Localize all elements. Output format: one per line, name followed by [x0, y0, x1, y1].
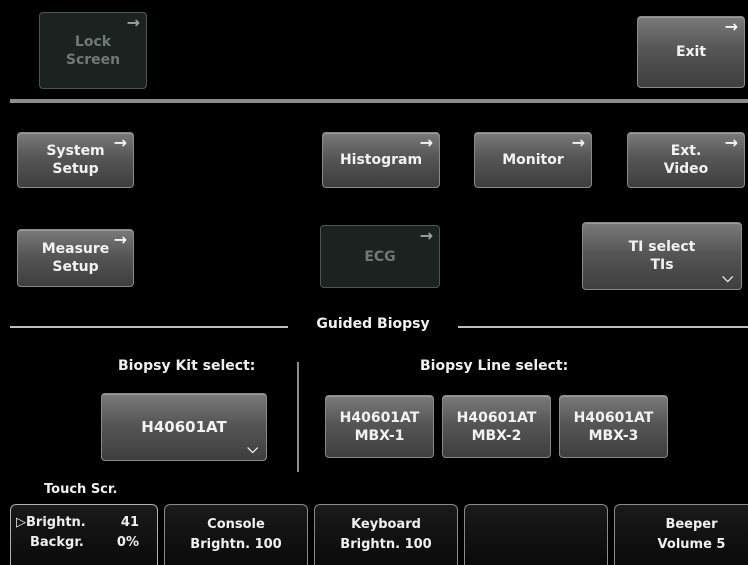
touch-background-value: 0%	[116, 535, 139, 550]
touch-background-label: Backgr.	[30, 535, 84, 550]
biopsy-divider-left	[10, 326, 288, 328]
arrow-right-icon: →	[113, 230, 127, 249]
touch-background-row: Backgr. 0%	[16, 533, 139, 553]
ext-video-label: Ext. Video	[663, 143, 709, 177]
ext-video-button[interactable]: Ext. Video →	[627, 132, 745, 188]
measure-setup-button[interactable]: Measure Setup →	[17, 229, 134, 287]
console-brightness-label: Console Brightn. 100	[190, 517, 282, 552]
biopsy-kit-label: Biopsy Kit select:	[118, 358, 256, 374]
chevron-down-icon: ⌵	[247, 441, 258, 457]
histogram-button[interactable]: Histogram →	[322, 132, 440, 188]
ti-select-button[interactable]: TI select TIs ⌵	[582, 222, 742, 290]
arrow-right-icon: →	[126, 13, 140, 32]
monitor-button[interactable]: Monitor →	[474, 132, 592, 188]
system-setup-button[interactable]: System Setup →	[17, 132, 134, 188]
measure-setup-label: Measure Setup	[41, 241, 110, 275]
touch-screen-control[interactable]: ▷Brightn. 41 Backgr. 0%	[10, 504, 158, 565]
biopsy-line-label: Biopsy Line select:	[420, 358, 569, 374]
biopsy-line-button-2[interactable]: H40601AT MBX-2	[442, 395, 551, 458]
biopsy-line-button-3[interactable]: H40601AT MBX-3	[559, 395, 668, 458]
empty-control[interactable]	[464, 504, 608, 565]
ultrasound-touch-screen: Lock Screen → Exit → System Setup → Hist…	[0, 0, 748, 565]
arrow-right-icon: →	[571, 133, 585, 152]
console-brightness-control[interactable]: Console Brightn. 100	[164, 504, 308, 565]
biopsy-vertical-divider	[297, 362, 299, 472]
biopsy-line-button-1[interactable]: H40601AT MBX-1	[325, 395, 434, 458]
ecg-label: ECG	[364, 248, 396, 265]
monitor-label: Monitor	[502, 152, 564, 168]
beeper-volume-label: Beeper Volume 5	[657, 517, 726, 552]
biopsy-divider-right	[458, 326, 748, 328]
exit-label: Exit	[675, 44, 707, 60]
biopsy-line-label-1: H40601AT MBX-1	[339, 409, 420, 444]
beeper-volume-control[interactable]: Beeper Volume 5	[614, 504, 748, 565]
biopsy-line-label-2: H40601AT MBX-2	[456, 409, 537, 444]
biopsy-kit-value: H40601AT	[141, 418, 227, 436]
arrow-right-icon: →	[724, 17, 738, 36]
lock-screen-button[interactable]: Lock Screen →	[39, 12, 147, 89]
chevron-down-icon: ⌵	[722, 270, 733, 286]
keyboard-brightness-label: Keyboard Brightn. 100	[340, 517, 432, 552]
top-divider	[10, 99, 748, 103]
biopsy-line-label-3: H40601AT MBX-3	[573, 409, 654, 444]
exit-button[interactable]: Exit →	[637, 16, 745, 88]
touch-brightness-label: ▷Brightn.	[16, 515, 86, 530]
arrow-right-icon: →	[419, 226, 433, 245]
touch-screen-label: Touch Scr.	[44, 482, 118, 497]
histogram-label: Histogram	[339, 152, 423, 168]
ti-select-label: TI select TIs	[628, 239, 696, 273]
arrow-right-icon: →	[724, 133, 738, 152]
system-setup-label: System Setup	[46, 143, 105, 177]
touch-brightness-value: 41	[120, 515, 139, 530]
ecg-button[interactable]: ECG →	[320, 225, 440, 288]
touch-brightness-row: ▷Brightn. 41	[16, 513, 139, 533]
biopsy-kit-select[interactable]: H40601AT ⌵	[101, 393, 267, 461]
arrow-right-icon: →	[419, 133, 433, 152]
lock-screen-label: Lock Screen	[65, 33, 121, 68]
guided-biopsy-title: Guided Biopsy	[316, 316, 430, 332]
keyboard-brightness-control[interactable]: Keyboard Brightn. 100	[314, 504, 458, 565]
arrow-right-icon: →	[113, 133, 127, 152]
